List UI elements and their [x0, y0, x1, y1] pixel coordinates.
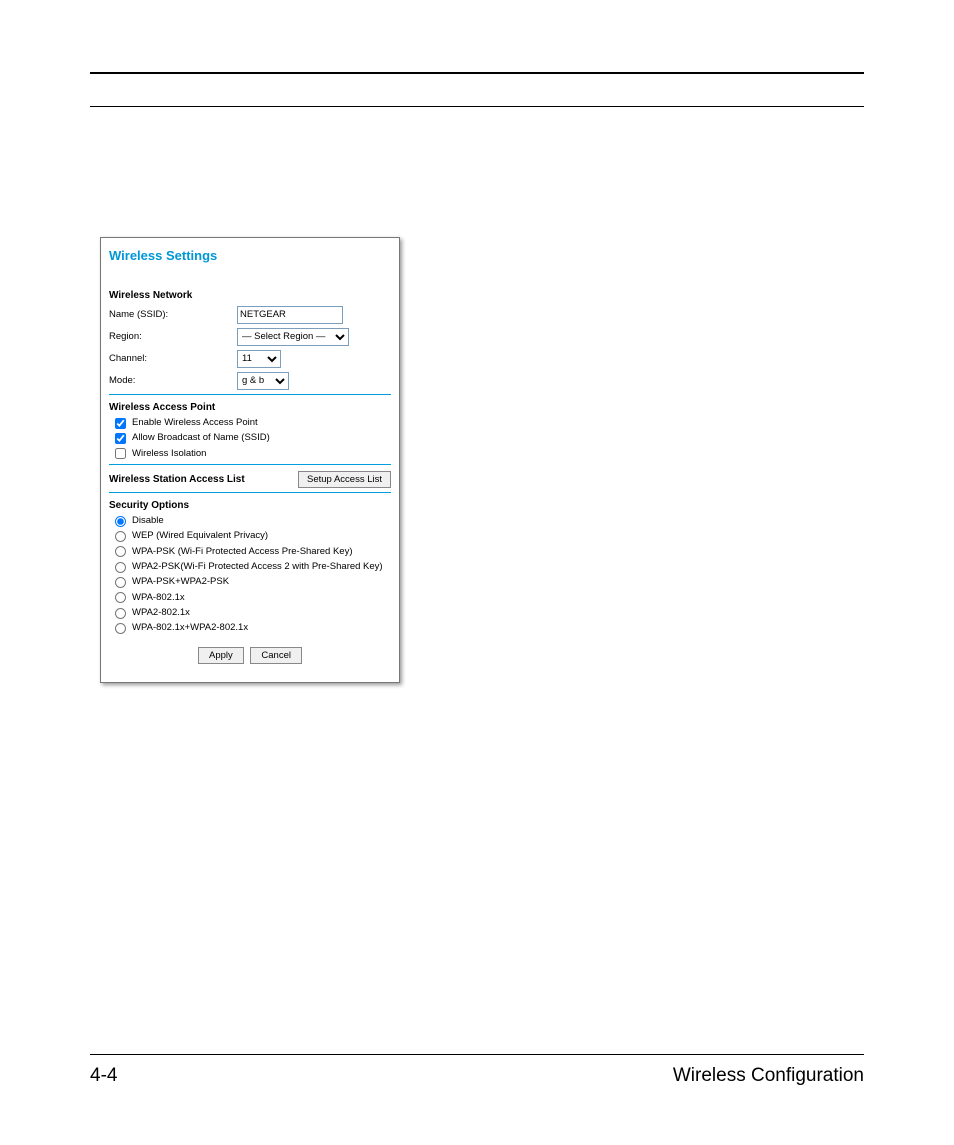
security-option-row: Disable: [115, 515, 391, 527]
security-option-label: WPA-802.1x+WPA2-802.1x: [132, 622, 248, 634]
page-footer: 4-4 Wireless Configuration: [90, 1065, 864, 1087]
security-option-row: WPA-802.1x: [115, 592, 391, 604]
ssid-row: Name (SSID):: [109, 306, 391, 324]
security-option-label: WPA-PSK (Wi-Fi Protected Access Pre-Shar…: [132, 546, 353, 558]
security-radio-wpa-8021x[interactable]: [115, 592, 126, 603]
security-option-label: WPA-PSK+WPA2-PSK: [132, 576, 229, 588]
footer-section-title: Wireless Configuration: [673, 1065, 864, 1087]
region-row: Region: — Select Region —: [109, 328, 391, 346]
separator: [109, 492, 391, 493]
security-radio-wpa2-8021x[interactable]: [115, 608, 126, 619]
channel-row: Channel: 11: [109, 350, 391, 368]
security-radio-wpa2-psk[interactable]: [115, 562, 126, 573]
enable-ap-label: Enable Wireless Access Point: [132, 417, 258, 429]
separator: [109, 464, 391, 465]
security-option-label: WPA-802.1x: [132, 592, 185, 604]
wireless-settings-panel: Wireless Settings Wireless Network Name …: [100, 237, 400, 683]
access-point-heading: Wireless Access Point: [109, 401, 391, 414]
setup-access-list-button[interactable]: Setup Access List: [298, 471, 391, 488]
mode-select[interactable]: g & b: [237, 372, 289, 390]
security-option-row: WPA-802.1x+WPA2-802.1x: [115, 622, 391, 634]
wireless-network-heading: Wireless Network: [109, 289, 391, 302]
enable-ap-row: Enable Wireless Access Point: [115, 417, 391, 429]
region-label: Region:: [109, 331, 237, 343]
broadcast-label: Allow Broadcast of Name (SSID): [132, 432, 270, 444]
security-option-label: Disable: [132, 515, 164, 527]
region-select[interactable]: — Select Region —: [237, 328, 349, 346]
button-row: Apply Cancel: [109, 647, 391, 664]
mode-row: Mode: g & b: [109, 372, 391, 390]
security-radio-wpa-psk[interactable]: [115, 546, 126, 557]
isolation-label: Wireless Isolation: [132, 448, 206, 460]
security-option-row: WEP (Wired Equivalent Privacy): [115, 530, 391, 542]
panel-title: Wireless Settings: [109, 248, 391, 265]
security-option-row: WPA2-802.1x: [115, 607, 391, 619]
security-heading: Security Options: [109, 499, 391, 512]
security-option-label: WPA2-802.1x: [132, 607, 190, 619]
isolation-row: Wireless Isolation: [115, 448, 391, 460]
channel-label: Channel:: [109, 353, 237, 365]
broadcast-row: Allow Broadcast of Name (SSID): [115, 432, 391, 444]
security-option-row: WPA-PSK+WPA2-PSK: [115, 576, 391, 588]
broadcast-checkbox[interactable]: [115, 433, 126, 444]
security-radio-wpa-wpa2-psk[interactable]: [115, 577, 126, 588]
channel-select[interactable]: 11: [237, 350, 281, 368]
security-option-row: WPA2-PSK(Wi-Fi Protected Access 2 with P…: [115, 561, 391, 573]
mode-label: Mode:: [109, 375, 237, 387]
footer-rule: [90, 1054, 864, 1055]
station-access-row: Wireless Station Access List Setup Acces…: [109, 471, 391, 488]
cancel-button[interactable]: Cancel: [250, 647, 302, 664]
ssid-input[interactable]: [237, 306, 343, 324]
security-radio-wpa-wpa2-8021x[interactable]: [115, 623, 126, 634]
security-radio-wep[interactable]: [115, 531, 126, 542]
ssid-label: Name (SSID):: [109, 309, 237, 321]
top-rule-thick: [90, 72, 864, 74]
security-radio-disable[interactable]: [115, 516, 126, 527]
security-option-row: WPA-PSK (Wi-Fi Protected Access Pre-Shar…: [115, 546, 391, 558]
security-option-label: WPA2-PSK(Wi-Fi Protected Access 2 with P…: [132, 561, 383, 573]
separator: [109, 394, 391, 395]
enable-ap-checkbox[interactable]: [115, 418, 126, 429]
station-access-label: Wireless Station Access List: [109, 473, 245, 486]
isolation-checkbox[interactable]: [115, 448, 126, 459]
page-number: 4-4: [90, 1065, 117, 1087]
top-rule-thin: [90, 106, 864, 107]
apply-button[interactable]: Apply: [198, 647, 244, 664]
security-option-label: WEP (Wired Equivalent Privacy): [132, 530, 268, 542]
